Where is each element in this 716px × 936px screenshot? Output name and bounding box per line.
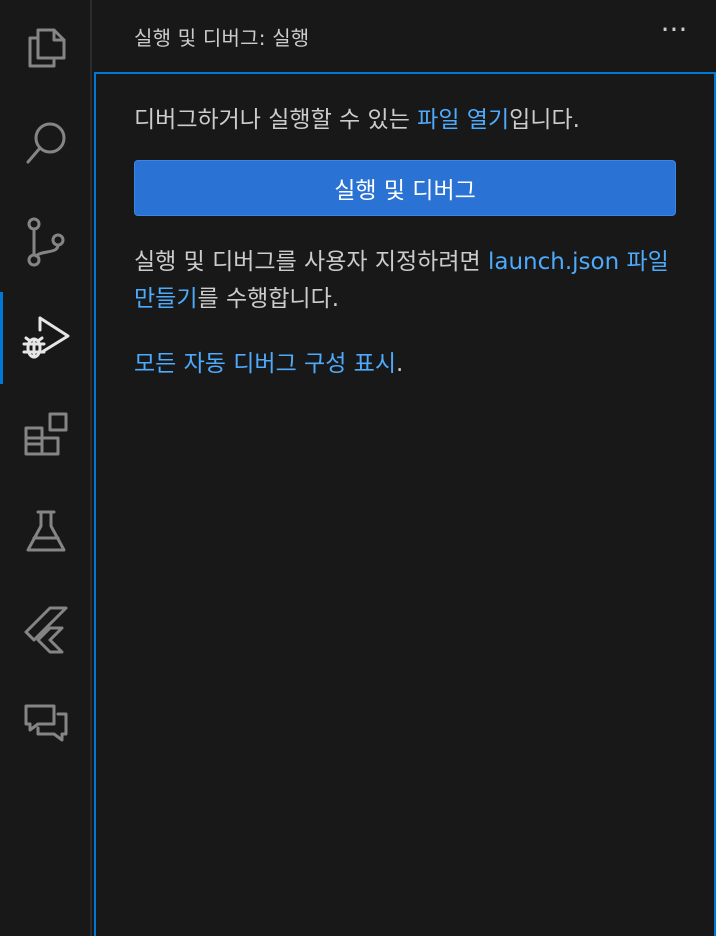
auto-debug-message: 모든 자동 디버그 구성 표시. bbox=[134, 344, 403, 378]
source-control-icon bbox=[27, 217, 65, 267]
show-auto-debug-configs-link[interactable]: 모든 자동 디버그 구성 표시 bbox=[134, 351, 396, 377]
extensions-icon bbox=[24, 412, 68, 456]
activity-bar bbox=[0, 0, 92, 936]
sidebar: 실행 및 디버그: 실행 ··· 디버그하거나 실행할 수 있는 파일 열기입니… bbox=[94, 0, 716, 936]
launch-suffix: 를 수행합니다. bbox=[197, 286, 340, 312]
run-and-debug-button[interactable]: 실행 및 디버그 bbox=[134, 160, 676, 216]
activity-testing[interactable] bbox=[0, 486, 92, 578]
activity-extensions[interactable] bbox=[0, 388, 92, 480]
open-file-suffix: 입니다. bbox=[509, 107, 580, 133]
testing-icon bbox=[26, 510, 66, 552]
files-icon bbox=[28, 28, 66, 68]
sidebar-title: 실행 및 디버그: 실행 bbox=[134, 26, 310, 50]
activity-search[interactable] bbox=[0, 98, 92, 190]
more-actions-button[interactable]: ··· bbox=[652, 16, 696, 52]
activity-flutter[interactable] bbox=[0, 582, 92, 674]
activity-run-debug[interactable] bbox=[0, 292, 92, 384]
search-icon bbox=[26, 122, 66, 164]
open-file-message: 디버그하거나 실행할 수 있는 파일 열기입니다. bbox=[134, 100, 580, 134]
activity-source-control[interactable] bbox=[0, 196, 92, 288]
launch-json-message: 실행 및 디버그를 사용자 지정하려면 launch.json 파일 만들기를 … bbox=[134, 244, 684, 318]
flutter-icon bbox=[24, 606, 68, 654]
open-file-prefix: 디버그하거나 실행할 수 있는 bbox=[134, 107, 418, 133]
activity-explorer[interactable] bbox=[0, 0, 92, 92]
launch-prefix: 실행 및 디버그를 사용자 지정하려면 bbox=[134, 249, 488, 275]
auto-suffix: . bbox=[396, 351, 404, 377]
run-debug-icon bbox=[22, 316, 70, 359]
chat-icon bbox=[24, 704, 68, 742]
vscode-window: 실행 및 디버그: 실행 ··· 디버그하거나 실행할 수 있는 파일 열기입니… bbox=[0, 0, 716, 936]
run-debug-welcome-panel: 디버그하거나 실행할 수 있는 파일 열기입니다. 실행 및 디버그 실행 및 … bbox=[94, 72, 716, 936]
open-file-link[interactable]: 파일 열기 bbox=[417, 107, 509, 133]
sidebar-header: 실행 및 디버그: 실행 ··· bbox=[94, 0, 716, 72]
activity-chat[interactable] bbox=[0, 676, 92, 768]
